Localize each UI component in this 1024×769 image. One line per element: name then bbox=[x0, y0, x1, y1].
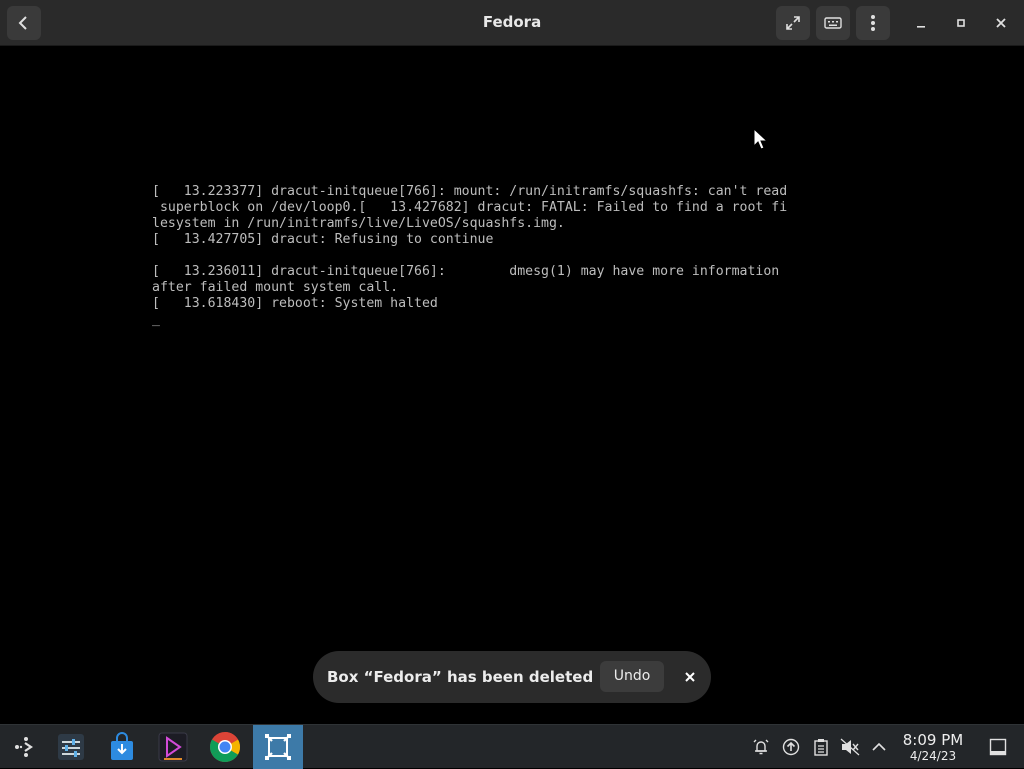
console-line: [ 13.618430] reboot: System halted bbox=[152, 296, 438, 311]
maximize-button[interactable] bbox=[944, 6, 978, 40]
boxes-app[interactable] bbox=[253, 725, 303, 769]
chrome-browser-app[interactable] bbox=[200, 725, 250, 769]
boxes-icon bbox=[265, 734, 291, 760]
software-store-app[interactable] bbox=[97, 725, 147, 769]
undo-button[interactable]: Undo bbox=[600, 661, 664, 692]
volume-tray-button[interactable] bbox=[840, 737, 860, 757]
clock-time[interactable]: 8:09 PM bbox=[898, 732, 968, 749]
show-desktop-button[interactable] bbox=[988, 737, 1008, 757]
clock-date[interactable]: 4/24/23 bbox=[898, 749, 968, 763]
keyboard-button[interactable] bbox=[816, 6, 850, 40]
play-icon bbox=[158, 732, 188, 762]
kebab-menu-icon bbox=[871, 15, 875, 31]
update-icon bbox=[782, 738, 800, 756]
console-line: lesystem in /run/initramfs/live/LiveOS/s… bbox=[152, 216, 565, 231]
menu-button[interactable] bbox=[856, 6, 890, 40]
minimize-button[interactable] bbox=[904, 6, 938, 40]
console-line: [ 13.236011] dracut-initqueue[766]: dmes… bbox=[152, 264, 780, 279]
volume-muted-icon bbox=[840, 738, 860, 756]
application-launcher-button[interactable] bbox=[0, 725, 50, 769]
chevron-left-icon bbox=[18, 16, 27, 30]
clipboard-icon bbox=[814, 739, 828, 756]
console-line: [ 13.223377] dracut-initqueue[766]: moun… bbox=[152, 184, 788, 199]
taskbar: 8:09 PM 4/24/23 bbox=[0, 724, 1024, 769]
alarm-icon bbox=[753, 739, 769, 755]
title-bar: Fedora bbox=[0, 0, 1024, 46]
close-icon bbox=[996, 18, 1006, 28]
console-line: superblock on /dev/loop0.[ 13.427682] dr… bbox=[152, 200, 788, 215]
console-line: [ 13.427705] dracut: Refusing to continu… bbox=[152, 232, 494, 247]
chevron-up-icon bbox=[872, 742, 886, 751]
maximize-icon bbox=[957, 19, 965, 27]
keyboard-icon bbox=[824, 17, 842, 29]
update-tray-button[interactable] bbox=[781, 737, 801, 757]
close-icon bbox=[685, 672, 695, 682]
chrome-icon bbox=[209, 732, 241, 763]
minimize-icon bbox=[917, 26, 925, 28]
console-cursor: _ bbox=[152, 312, 160, 327]
desktop-icon bbox=[989, 738, 1007, 756]
close-button[interactable] bbox=[984, 6, 1018, 40]
fullscreen-button[interactable] bbox=[776, 6, 810, 40]
toast-close-button[interactable] bbox=[677, 664, 703, 690]
deleted-toast: Box “Fedora” has been deleted Undo bbox=[313, 651, 711, 703]
alarm-tray-button[interactable] bbox=[751, 737, 771, 757]
launcher-icon bbox=[15, 737, 33, 757]
console-line: after failed mount system call. bbox=[152, 280, 399, 295]
system-settings-app[interactable] bbox=[46, 725, 96, 769]
toast-message: Box “Fedora” has been deleted bbox=[327, 668, 594, 686]
expand-icon bbox=[786, 16, 800, 30]
store-bag-icon bbox=[111, 732, 133, 760]
settings-sliders-icon bbox=[58, 734, 84, 760]
back-button[interactable] bbox=[7, 6, 41, 40]
clipboard-tray-button[interactable] bbox=[811, 737, 831, 757]
vm-display[interactable]: [ 13.223377] dracut-initqueue[766]: moun… bbox=[0, 46, 1024, 724]
mouse-pointer-icon bbox=[753, 128, 769, 150]
console-output: [ 13.223377] dracut-initqueue[766]: moun… bbox=[152, 184, 787, 328]
tray-expand-button[interactable] bbox=[869, 737, 889, 757]
media-player-app[interactable] bbox=[148, 725, 198, 769]
